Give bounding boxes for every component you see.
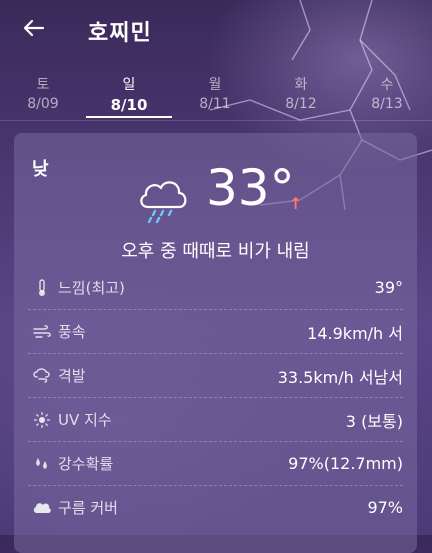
detail-value: 97% [367,498,403,517]
page-title: 호찌민 [88,21,152,46]
tab-day-2[interactable]: 일 8/10 [86,68,172,118]
wind-icon [32,322,52,342]
sun-icon [32,410,52,430]
detail-row-cloud-cover: 구름 커버 97% [28,486,403,529]
raindrops-icon [32,454,52,474]
detail-row-gust: 격발 33.5km/h 서남서 [28,354,403,398]
detail-label: 느낌(최고) [58,279,125,297]
active-tab-indicator [86,116,172,118]
detail-value: 33.5km/h 서남서 [277,367,403,387]
detail-label: 구름 커버 [58,499,118,517]
detail-value: 3 (보통) [345,411,403,431]
tab-date: 8/12 [285,96,317,112]
detail-row-precipitation: 강수확률 97%(12.7mm) [28,442,403,486]
cloud-icon [32,498,52,518]
tab-day-3[interactable]: 월 8/11 [172,68,258,118]
tab-weekday: 월 [208,77,222,93]
tab-weekday: 화 [294,77,308,93]
detail-label: UV 지수 [58,411,112,429]
tab-date: 8/10 [110,96,148,114]
tab-weekday: 수 [380,77,394,93]
weather-description: 오후 중 때때로 비가 내림 [121,241,310,262]
detail-label: 강수확률 [58,455,114,473]
weather-detail-card: 낮 33° ↑ 오후 중 때때로 비가 내림 느낌(최고) 39° 풍속 14.… [14,133,417,553]
detail-label: 풍속 [58,323,86,341]
detail-value: 39° [374,278,403,297]
detail-value: 14.9km/h 서 [307,323,403,343]
arrow-left-icon [23,19,45,37]
app-header: 호찌민 [0,0,432,60]
weather-detail-list: 느낌(최고) 39° 풍속 14.9km/h 서 격발 33.5km/h 서남서… [28,266,403,529]
tab-day-4[interactable]: 화 8/12 [258,68,344,118]
detail-row-wind: 풍속 14.9km/h 서 [28,310,403,354]
tab-weekday: 일 [122,77,136,93]
tabs-divider [0,120,432,121]
temperature-value: 33° [206,159,295,217]
detail-value: 97%(12.7mm) [288,454,403,473]
tab-day-1[interactable]: 토 8/09 [0,68,86,118]
day-tabs: 토 8/09 일 8/10 월 8/11 화 8/12 수 8/13 [0,68,432,122]
detail-row-feels-like: 느낌(최고) 39° [28,266,403,310]
cloud-rain-icon [140,181,187,223]
detail-label: 격발 [58,367,86,385]
gust-icon [32,366,52,386]
tab-weekday: 토 [36,77,50,93]
tab-date: 8/09 [27,96,59,112]
tab-date: 8/11 [199,96,231,112]
period-label: 낮 [32,159,49,180]
tab-date: 8/13 [371,96,403,112]
detail-row-uv: UV 지수 3 (보통) [28,398,403,442]
thermometer-icon [32,278,52,298]
tab-day-5[interactable]: 수 8/13 [344,68,430,118]
arrow-up-icon: ↑ [289,194,303,213]
back-button[interactable] [18,12,50,44]
